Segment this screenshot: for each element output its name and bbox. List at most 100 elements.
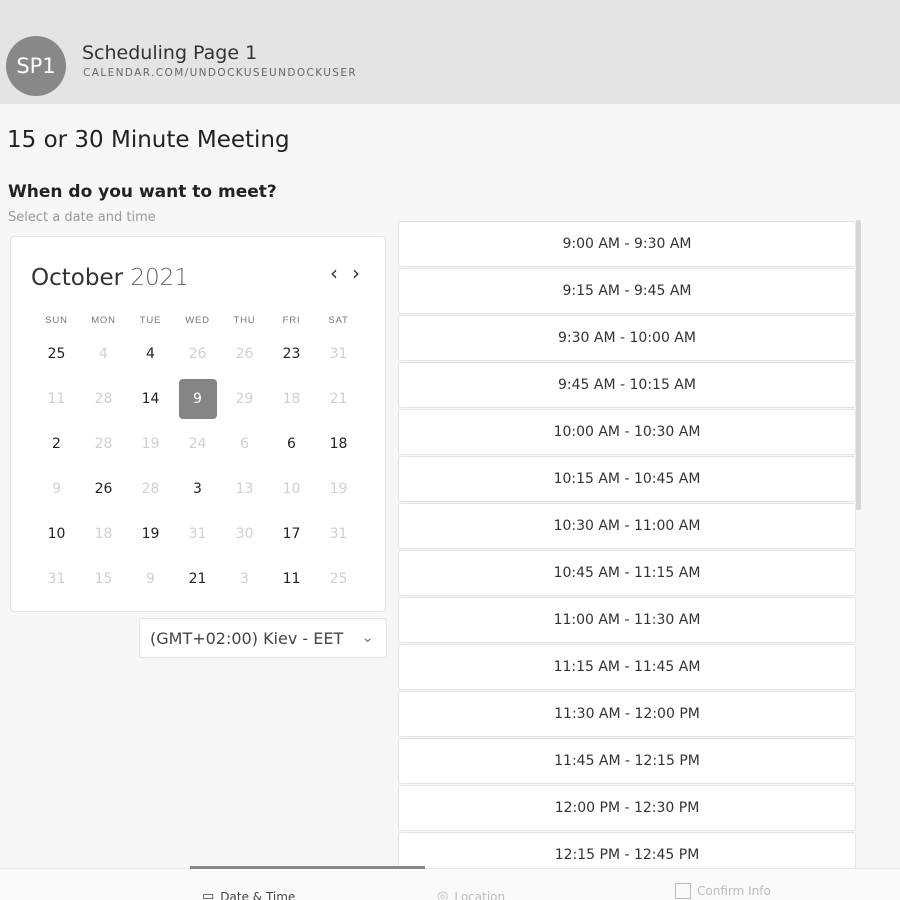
calendar-grid: SUN MON TUE WED THU FRI SAT 25 4 4 26 26 23 31 11 28 14 9… [33, 311, 362, 601]
meet-instruction: Select a date and time [8, 210, 156, 225]
next-month-button[interactable]: › [346, 261, 366, 285]
time-slot-button[interactable]: 9:00 AM - 9:30 AM [398, 221, 856, 267]
calendar-day-number: 19 [141, 525, 160, 542]
calendar-day-number: 2 [52, 435, 61, 452]
time-slot-button[interactable]: 9:45 AM - 10:15 AM [398, 362, 856, 408]
booking-steps: ▭ Date & Time ◎ Location Confirm Info [0, 866, 900, 900]
calendar-day-number: 26 [188, 345, 207, 362]
calendar-day-number: 15 [94, 570, 113, 587]
time-slot-button[interactable]: 10:30 AM - 11:00 AM [398, 503, 856, 549]
time-slot-button[interactable]: 10:15 AM - 10:45 AM [398, 456, 856, 502]
calendar-day-number: 19 [329, 480, 348, 497]
date-picker-calendar: October 2021 ‹ › SUN MON TUE WED THU FRI SAT 25… [10, 236, 386, 612]
calendar-day-number: 10 [47, 525, 66, 542]
time-slot-button[interactable]: 11:00 AM - 11:30 AM [398, 597, 856, 643]
calendar-day: 3 [221, 556, 268, 601]
calendar-day-number: 31 [188, 525, 207, 542]
scheduling-page-name: Scheduling Page 1 [82, 42, 258, 64]
chevron-down-icon: ⌄ [361, 628, 374, 646]
calendar-day-number: 3 [240, 570, 249, 587]
calendar-day: 31 [33, 556, 80, 601]
calendar-day[interactable]: 3 [174, 466, 221, 511]
calendar-day[interactable]: 18 [315, 421, 362, 466]
time-slot-button[interactable]: 11:45 AM - 12:15 PM [398, 738, 856, 784]
calendar-day[interactable]: 21 [174, 556, 221, 601]
calendar-day-number: 26 [94, 480, 113, 497]
time-slot-button[interactable]: 10:00 AM - 10:30 AM [398, 409, 856, 455]
calendar-day-number: 17 [282, 525, 301, 542]
calendar-day-number: 31 [329, 525, 348, 542]
step-confirm-info[interactable]: Confirm Info [675, 883, 771, 899]
calendar-day[interactable]: 19 [127, 511, 174, 556]
calendar-day[interactable]: 6 [268, 421, 315, 466]
time-slot-button[interactable]: 12:00 PM - 12:30 PM [398, 785, 856, 831]
timezone-value: (GMT+02:00) Kiev - EET [150, 628, 344, 648]
calendar-day-number: 9 [146, 570, 155, 587]
timezone-select[interactable]: (GMT+02:00) Kiev - EET ⌄ [139, 618, 387, 658]
calendar-day-number: 31 [47, 570, 66, 587]
calendar-day: 31 [315, 511, 362, 556]
calendar-day[interactable]: 23 [268, 331, 315, 376]
calendar-day-number: 3 [193, 480, 202, 497]
calendar-day-number: 18 [282, 390, 301, 407]
calendar-day[interactable]: 10 [33, 511, 80, 556]
calendar-day[interactable]: 25 [33, 331, 80, 376]
weekday-header: SAT [328, 315, 349, 326]
calendar-day-number: 23 [282, 345, 301, 362]
calendar-day-number: 13 [235, 480, 254, 497]
calendar-day: 19 [127, 421, 174, 466]
calendar-day: 25 [315, 556, 362, 601]
avatar: SP1 [6, 36, 66, 96]
calendar-day: 31 [315, 331, 362, 376]
page-header: SP1 Scheduling Page 1 CALENDAR.COM/UNDOC… [0, 0, 900, 104]
time-slot-button[interactable]: 9:30 AM - 10:00 AM [398, 315, 856, 361]
calendar-day: 26 [174, 331, 221, 376]
weekday-header: FRI [282, 315, 301, 326]
meeting-title: 15 or 30 Minute Meeting [7, 127, 290, 153]
calendar-day-number: 31 [329, 345, 348, 362]
step-location[interactable]: ◎ Location [437, 889, 505, 900]
calendar-month-year: October 2021 [31, 265, 189, 291]
calendar-icon: ▭ [202, 889, 215, 900]
time-slot-button[interactable]: 11:15 AM - 11:45 AM [398, 644, 856, 690]
scheduling-page-url[interactable]: CALENDAR.COM/UNDOCKUSEUNDOCKUSER [83, 67, 357, 79]
calendar-day-number: 21 [188, 570, 207, 587]
calendar-day: 21 [315, 376, 362, 421]
calendar-day[interactable]: 11 [268, 556, 315, 601]
calendar-day-number: 6 [287, 435, 296, 452]
calendar-day: 31 [174, 511, 221, 556]
time-slot-button[interactable]: 11:30 AM - 12:00 PM [398, 691, 856, 737]
calendar-day-number: 14 [141, 390, 160, 407]
calendar-day-number: 21 [329, 390, 348, 407]
step-date-time[interactable]: ▭ Date & Time [202, 889, 295, 900]
calendar-day[interactable]: 14 [127, 376, 174, 421]
previous-month-button[interactable]: ‹ [324, 261, 344, 285]
calendar-day: 15 [80, 556, 127, 601]
calendar-day: 29 [221, 376, 268, 421]
calendar-day-number: 26 [235, 345, 254, 362]
location-pin-icon: ◎ [437, 889, 449, 900]
time-slot-scrollbar[interactable] [856, 220, 861, 510]
weekday-header: WED [185, 315, 210, 326]
calendar-day: 30 [221, 511, 268, 556]
calendar-day-number: 6 [240, 435, 249, 452]
step-label: Location [454, 889, 506, 900]
calendar-day[interactable]: 4 [127, 331, 174, 376]
calendar-day-number: 11 [282, 570, 301, 587]
calendar-day-number: 30 [235, 525, 254, 542]
calendar-day[interactable]: 2 [33, 421, 80, 466]
calendar-day: 13 [221, 466, 268, 511]
calendar-day[interactable]: 17 [268, 511, 315, 556]
step-label: Date & Time [220, 889, 296, 900]
calendar-day: 4 [80, 331, 127, 376]
calendar-day-selected[interactable]: 9 [174, 376, 221, 421]
calendar-day: 11 [33, 376, 80, 421]
calendar-day: 28 [80, 421, 127, 466]
time-slot-list: 9:00 AM - 9:30 AM 9:15 AM - 9:45 AM 9:30 A… [398, 221, 856, 879]
active-step-indicator [190, 866, 425, 869]
time-slot-button[interactable]: 9:15 AM - 9:45 AM [398, 268, 856, 314]
calendar-day: 26 [221, 331, 268, 376]
weekday-header: TUE [139, 315, 162, 326]
calendar-day[interactable]: 26 [80, 466, 127, 511]
time-slot-button[interactable]: 10:45 AM - 11:15 AM [398, 550, 856, 596]
